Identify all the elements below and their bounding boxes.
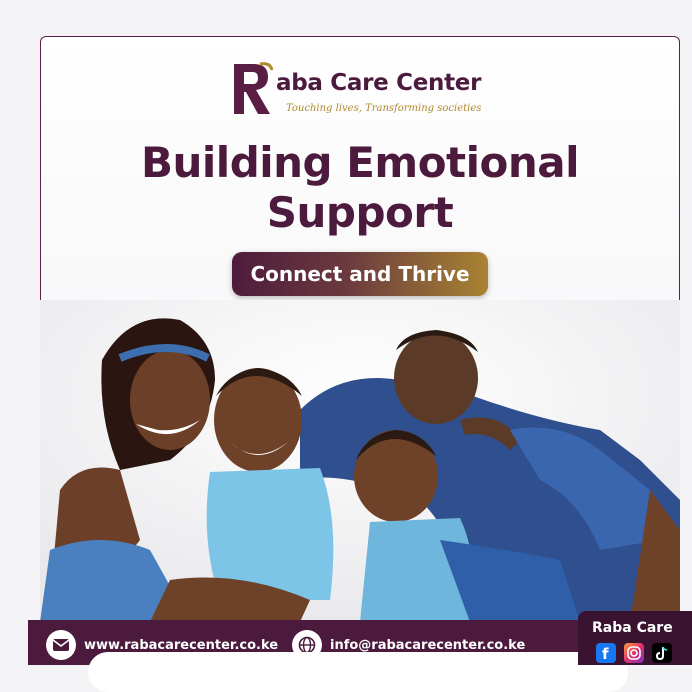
- family-illustration: [40, 300, 680, 622]
- brand-logo: aba Care Center Touching lives, Transfor…: [230, 60, 490, 120]
- father-head: [394, 332, 478, 424]
- family-photo: [40, 300, 680, 622]
- page-title: Building Emotional Support: [40, 138, 680, 238]
- social-label: Raba Care: [592, 620, 673, 636]
- instagram-icon[interactable]: [624, 643, 644, 663]
- mail-icon: [46, 630, 76, 660]
- svg-text:f: f: [602, 645, 609, 663]
- title-line-1: Building Emotional: [140, 138, 580, 187]
- footer-pill: [88, 652, 628, 692]
- brand-tagline: Touching lives, Transforming societies: [286, 103, 482, 114]
- website-link[interactable]: www.rabacarecenter.co.ke: [84, 638, 278, 653]
- connect-button[interactable]: Connect and Thrive: [232, 252, 488, 296]
- email-link[interactable]: info@rabacarecenter.co.ke: [330, 638, 525, 653]
- social-block: Raba Care f: [578, 611, 692, 665]
- tiktok-icon[interactable]: [652, 643, 672, 663]
- mother-head: [130, 350, 210, 450]
- raba-logo-icon: [234, 62, 274, 114]
- facebook-icon[interactable]: f: [596, 643, 616, 663]
- title-line-2: Support: [266, 188, 454, 237]
- brand-name: aba Care Center: [276, 70, 482, 96]
